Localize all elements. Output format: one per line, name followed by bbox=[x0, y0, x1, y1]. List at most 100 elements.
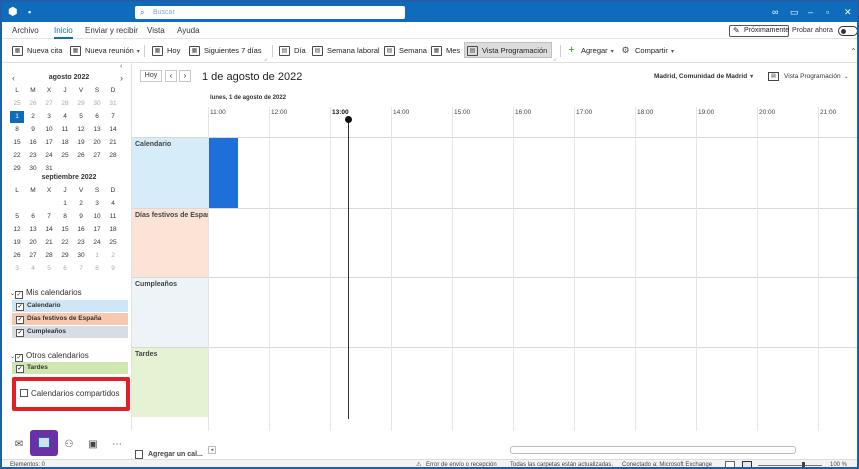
mini-calendar-day[interactable]: 26 bbox=[26, 98, 40, 110]
mini-calendar-day[interactable]: 24 bbox=[42, 150, 56, 162]
weather-location[interactable]: Madrid, Comunidad de Madrid ▾ bbox=[654, 72, 753, 82]
calendar-row-label[interactable]: Cumpleaños bbox=[132, 278, 208, 347]
mini-calendar-day[interactable]: 3 bbox=[10, 263, 24, 275]
calendar-event[interactable] bbox=[208, 138, 238, 208]
mini-calendar-day[interactable]: 7 bbox=[106, 111, 120, 123]
mini-calendar-day[interactable]: 3 bbox=[42, 111, 56, 123]
menu-inicio[interactable]: Inicio bbox=[54, 25, 73, 39]
search-input[interactable]: ⌕ Buscar bbox=[135, 6, 405, 19]
mini-calendar-day[interactable]: 29 bbox=[74, 98, 88, 110]
mini-calendar-day[interactable]: 25 bbox=[106, 237, 120, 249]
checkbox[interactable]: ✓ bbox=[16, 329, 24, 337]
calendar-nav-button[interactable] bbox=[30, 430, 58, 456]
mini-calendar-day[interactable]: 9 bbox=[106, 263, 120, 275]
normal-view-icon[interactable] bbox=[725, 461, 735, 467]
coauthor-icon[interactable]: ∞ bbox=[772, 6, 778, 18]
my-calendars-checkbox[interactable]: ✓ bbox=[15, 291, 24, 299]
proximamente-button[interactable]: ✎ Próximamente bbox=[729, 25, 789, 37]
mini-calendar-day[interactable]: 15 bbox=[10, 137, 24, 149]
menu-vista[interactable]: Vista bbox=[147, 25, 165, 36]
mini-calendar-day[interactable]: 6 bbox=[58, 263, 72, 275]
calendar-item-festivos[interactable]: ✓ Días festivos de España bbox=[12, 313, 128, 325]
mini-calendar-day[interactable]: 4 bbox=[106, 198, 120, 210]
mini-calendar-day[interactable]: 29 bbox=[58, 250, 72, 262]
calendar-row[interactable]: Cumpleaños bbox=[132, 277, 857, 347]
mini-calendar-day[interactable]: 9 bbox=[26, 124, 40, 136]
checkbox[interactable]: ✓ bbox=[16, 316, 24, 324]
mini-calendar-day[interactable]: 1 bbox=[10, 111, 24, 123]
mini-calendar-day[interactable]: 28 bbox=[58, 98, 72, 110]
mini-calendar-day[interactable]: 22 bbox=[10, 150, 24, 162]
mini-calendar-day[interactable]: 23 bbox=[74, 237, 88, 249]
mini-calendar-day[interactable]: 11 bbox=[106, 211, 120, 223]
menu-ayuda[interactable]: Ayuda bbox=[177, 25, 200, 36]
mini-calendar-day[interactable]: 21 bbox=[42, 237, 56, 249]
mini-calendar-day[interactable]: 30 bbox=[90, 98, 104, 110]
calendar-row-label[interactable]: Días festivos de España bbox=[132, 209, 208, 277]
menu-archivo[interactable]: Archivo bbox=[12, 25, 39, 36]
mini-calendar-day[interactable]: 5 bbox=[10, 211, 24, 223]
mini-calendar-day[interactable]: 25 bbox=[10, 98, 24, 110]
mini-calendar-day[interactable]: 18 bbox=[106, 224, 120, 236]
mini-calendar-day[interactable]: 27 bbox=[42, 98, 56, 110]
calendar-item-cumpleanos[interactable]: ✓ Cumpleaños bbox=[12, 326, 128, 338]
mini-calendar-day[interactable]: 7 bbox=[42, 211, 56, 223]
mini-calendar-day[interactable]: 10 bbox=[42, 124, 56, 136]
restore-ribbon-icon[interactable]: ▭ bbox=[790, 6, 799, 18]
mini-calendar-day[interactable]: 20 bbox=[90, 137, 104, 149]
collapse-ribbon-icon[interactable]: ⌃ bbox=[850, 47, 857, 56]
mini-calendar-day[interactable]: 24 bbox=[90, 237, 104, 249]
mini-calendar-day[interactable]: 31 bbox=[106, 98, 120, 110]
mini-calendar-day[interactable]: 26 bbox=[74, 150, 88, 162]
mini-calendar-day[interactable]: 25 bbox=[58, 150, 72, 162]
mini-calendar-day[interactable]: 8 bbox=[58, 211, 72, 223]
mini-calendar-day[interactable]: 2 bbox=[106, 250, 120, 262]
next7-button[interactable]: ▦ Siguientes 7 días bbox=[189, 43, 262, 59]
reading-view-icon[interactable] bbox=[742, 461, 752, 467]
people-icon[interactable]: ⚇ bbox=[62, 438, 76, 452]
close-icon[interactable]: ✕ bbox=[844, 6, 852, 18]
work-week-button[interactable]: ▤ Semana laboral bbox=[312, 43, 380, 59]
mini-calendar-day[interactable]: 3 bbox=[90, 198, 104, 210]
maximize-icon[interactable]: ▫ bbox=[826, 6, 829, 18]
zoom-slider[interactable] bbox=[758, 465, 822, 466]
quick-access-icon[interactable]: ▪ bbox=[28, 6, 31, 18]
today-button[interactable]: ▦ Hoy bbox=[152, 43, 180, 59]
prev-day-button[interactable]: ‹ bbox=[165, 70, 177, 82]
mini-calendar-day[interactable]: 11 bbox=[58, 124, 72, 136]
mini-calendar-day[interactable]: 19 bbox=[10, 237, 24, 249]
mini-calendar-day[interactable]: 20 bbox=[26, 237, 40, 249]
minimize-icon[interactable]: – bbox=[808, 6, 813, 18]
mini-calendar-day[interactable]: 17 bbox=[42, 137, 56, 149]
mini-calendar-day[interactable]: 28 bbox=[42, 250, 56, 262]
mini-calendar-day[interactable]: 27 bbox=[90, 150, 104, 162]
mini-calendar-day[interactable]: 23 bbox=[26, 150, 40, 162]
my-calendars-group[interactable]: ⌄✓ Mis calendarios bbox=[10, 287, 82, 300]
mini-calendar-day[interactable]: 2 bbox=[74, 198, 88, 210]
expand-icon[interactable]: ⌟ bbox=[553, 55, 556, 62]
calendar-row[interactable]: Calendario bbox=[132, 137, 857, 208]
day-button[interactable]: ▤ Día bbox=[279, 43, 306, 59]
mini-calendar-day[interactable]: 7 bbox=[74, 263, 88, 275]
mini-calendar-day[interactable]: 6 bbox=[26, 211, 40, 223]
calendar-row-label[interactable]: Tardes bbox=[132, 348, 208, 417]
horizontal-scrollbar[interactable] bbox=[510, 446, 796, 454]
view-selector[interactable]: ▤ Vista Programación ⌄ bbox=[768, 72, 849, 82]
month-button[interactable]: ▦ Mes bbox=[431, 43, 460, 59]
go-today-button[interactable]: Hoy bbox=[140, 70, 162, 82]
mini-calendar-day[interactable]: 22 bbox=[58, 237, 72, 249]
mini-calendar-day[interactable]: 10 bbox=[90, 211, 104, 223]
other-calendars-checkbox[interactable]: ✓ bbox=[15, 354, 24, 362]
shared-calendars-checkbox[interactable] bbox=[20, 389, 28, 397]
tasks-icon[interactable]: ▣ bbox=[86, 438, 100, 452]
mini-calendar-day[interactable]: 8 bbox=[90, 263, 104, 275]
mini-calendar-day[interactable]: 13 bbox=[90, 124, 104, 136]
new-appointment-button[interactable]: ▦ Nueva cita bbox=[12, 43, 62, 59]
calendar-row[interactable]: Tardes bbox=[132, 347, 857, 417]
mini-calendar-day[interactable]: 13 bbox=[26, 224, 40, 236]
mini-calendar-day[interactable]: 12 bbox=[74, 124, 88, 136]
mini-calendar-day[interactable]: 26 bbox=[10, 250, 24, 262]
calendar-row[interactable]: Días festivos de España bbox=[132, 208, 857, 277]
mini-calendar-day[interactable]: 30 bbox=[74, 250, 88, 262]
mini-calendar-day[interactable]: 28 bbox=[106, 150, 120, 162]
